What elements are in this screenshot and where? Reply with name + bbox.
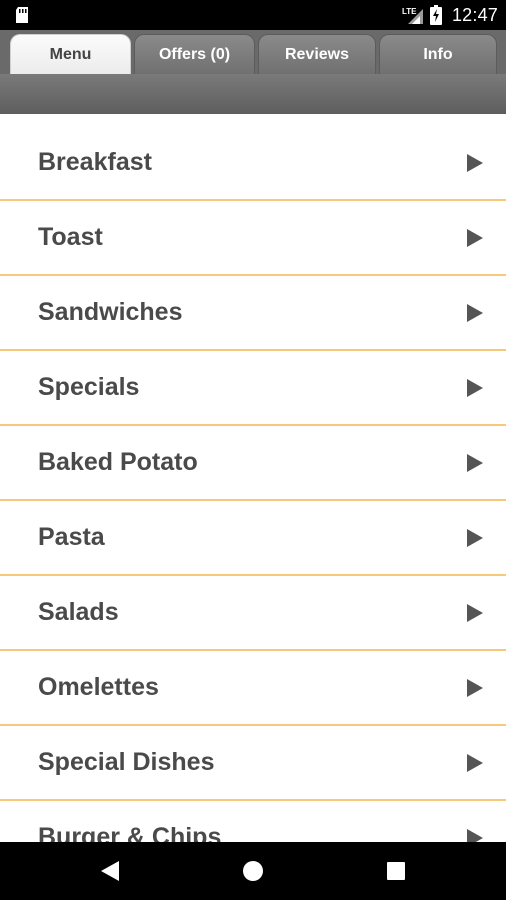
chevron-right-icon <box>467 453 483 472</box>
menu-item-specials[interactable]: Specials <box>0 351 506 426</box>
menu-item-label: Special Dishes <box>38 748 215 776</box>
menu-item-label: Sandwiches <box>38 298 183 326</box>
recents-icon <box>387 862 405 880</box>
battery-charging-icon <box>429 5 442 25</box>
chevron-right-icon <box>467 828 483 842</box>
menu-item-baked-potato[interactable]: Baked Potato <box>0 426 506 501</box>
recents-button[interactable] <box>366 842 426 900</box>
menu-item-label: Toast <box>38 223 103 251</box>
tab-reviews[interactable]: Reviews <box>258 34 376 74</box>
menu-item-breakfast[interactable]: Breakfast <box>0 114 506 201</box>
chevron-right-icon <box>467 303 483 322</box>
header-strip <box>0 74 506 114</box>
menu-item-label: Pasta <box>38 523 105 551</box>
chevron-right-icon <box>467 153 483 172</box>
menu-item-label: Burger & Chips <box>38 823 222 842</box>
tab-menu[interactable]: Menu <box>10 34 131 74</box>
chevron-right-icon <box>467 228 483 247</box>
menu-item-salads[interactable]: Salads <box>0 576 506 651</box>
menu-item-label: Specials <box>38 373 140 401</box>
tab-offers[interactable]: Offers (0) <box>134 34 255 74</box>
menu-item-label: Baked Potato <box>38 448 198 476</box>
chevron-right-icon <box>467 678 483 697</box>
menu-item-toast[interactable]: Toast <box>0 201 506 276</box>
menu-item-sandwiches[interactable]: Sandwiches <box>0 276 506 351</box>
tab-info[interactable]: Info <box>379 34 497 74</box>
network-type-label: LTE <box>402 7 417 16</box>
navigation-bar <box>0 842 506 900</box>
chevron-right-icon <box>467 528 483 547</box>
home-button[interactable] <box>223 842 283 900</box>
menu-item-label: Breakfast <box>38 148 152 176</box>
chevron-right-icon <box>467 753 483 772</box>
menu-item-special-dishes[interactable]: Special Dishes <box>0 726 506 801</box>
app-screen: LTE 12:47 Menu Offers (0) Reviews Info B… <box>0 0 506 900</box>
menu-item-pasta[interactable]: Pasta <box>0 501 506 576</box>
menu-item-label: Salads <box>38 598 119 626</box>
status-time: 12:47 <box>451 4 498 25</box>
menu-item-burger-chips[interactable]: Burger & Chips <box>0 801 506 842</box>
menu-item-omelettes[interactable]: Omelettes <box>0 651 506 726</box>
tab-bar: Menu Offers (0) Reviews Info <box>0 30 506 74</box>
back-button[interactable] <box>80 842 140 900</box>
sd-card-icon <box>16 7 28 23</box>
menu-list[interactable]: Breakfast Toast Sandwiches Specials Bake… <box>0 114 506 842</box>
status-bar: LTE 12:47 <box>0 0 506 30</box>
lte-signal-icon: LTE <box>402 7 423 24</box>
chevron-right-icon <box>467 378 483 397</box>
chevron-right-icon <box>467 603 483 622</box>
back-icon <box>101 861 119 881</box>
home-icon <box>243 861 263 881</box>
menu-item-label: Omelettes <box>38 673 159 701</box>
status-indicators: LTE 12:47 <box>402 0 498 30</box>
